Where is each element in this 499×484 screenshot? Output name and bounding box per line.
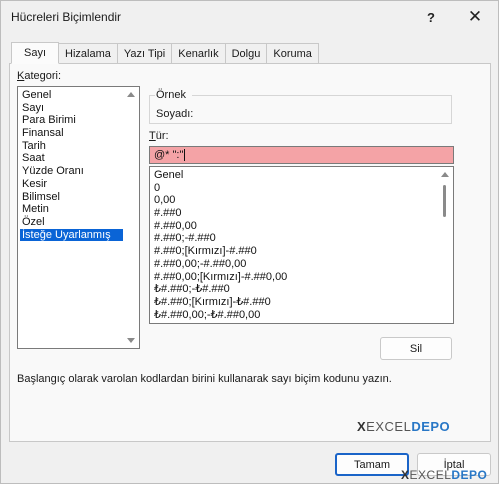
format-description: Başlangıç olarak varolan kodlardan birin… [17, 373, 392, 385]
ok-button[interactable]: Tamam [335, 453, 409, 476]
format-code-list[interactable]: Genel 0 0,00 #.##0 #.##0,00 #.##0;-#.##0… [149, 166, 454, 324]
category-item-special[interactable]: Özel [20, 216, 123, 229]
category-scrollbar[interactable] [124, 87, 139, 348]
category-item-general[interactable]: Genel [20, 89, 123, 102]
delete-button[interactable]: Sil [380, 337, 452, 360]
format-code-items: Genel 0 0,00 #.##0 #.##0,00 #.##0;-#.##0… [152, 169, 437, 321]
watermark-logo: XEXCELDEPO [357, 419, 451, 434]
text-caret [184, 149, 186, 162]
format-code-item[interactable]: #.##0,00;-#.##0,00 [152, 258, 437, 271]
category-items: Genel Sayı Para Birimi Finansal Tarih Sa… [20, 89, 123, 242]
scroll-down-arrow-icon[interactable] [127, 338, 135, 343]
format-code-item[interactable]: #.##0;[Kırmızı]-#.##0 [152, 245, 437, 258]
category-item-time[interactable]: Saat [20, 152, 123, 165]
format-code-item[interactable]: #.##0,00 [152, 220, 437, 233]
category-item-text[interactable]: Metin [20, 203, 123, 216]
scroll-up-arrow-icon[interactable] [441, 172, 449, 177]
help-button[interactable]: ? [419, 6, 443, 28]
sample-group [149, 95, 452, 124]
sample-group-label: Örnek [156, 89, 186, 101]
category-item-currency[interactable]: Para Birimi [20, 114, 123, 127]
category-list[interactable]: Genel Sayı Para Birimi Finansal Tarih Sa… [17, 86, 140, 349]
format-code-item[interactable]: #.##0;-#.##0 [152, 232, 437, 245]
category-item-accounting[interactable]: Finansal [20, 127, 123, 140]
format-cells-dialog: Hücreleri Biçimlendir ? ✕ Sayı Hizalama … [0, 0, 499, 484]
title-bar: Hücreleri Biçimlendir ? ✕ [1, 1, 498, 33]
tab-alignment[interactable]: Hizalama [59, 43, 118, 63]
tab-number[interactable]: Sayı [11, 42, 60, 64]
tab-fill[interactable]: Dolgu [225, 43, 268, 63]
scroll-thumb[interactable] [443, 185, 446, 217]
tab-protection[interactable]: Koruma [267, 43, 319, 63]
sample-value: Soyadı: [156, 108, 194, 120]
category-label: Kategori: [17, 70, 62, 82]
format-code-item[interactable]: 0,00 [152, 194, 437, 207]
format-code-item[interactable]: ₺#.##0,00;-₺#.##0,00 [152, 309, 437, 322]
category-item-number[interactable]: Sayı [20, 102, 123, 115]
dialog-title: Hücreleri Biçimlendir [11, 10, 122, 24]
tab-font[interactable]: Yazı Tipi [117, 43, 173, 63]
scroll-up-arrow-icon[interactable] [127, 92, 135, 97]
category-item-custom[interactable]: İsteğe Uyarlanmış [20, 228, 123, 242]
category-item-scientific[interactable]: Bilimsel [20, 191, 123, 204]
category-item-fraction[interactable]: Kesir [20, 178, 123, 191]
tab-border[interactable]: Kenarlık [172, 43, 226, 63]
type-input[interactable]: @* ":" [149, 146, 454, 164]
type-label: Tür: [149, 130, 169, 142]
type-input-value: @* ":" [154, 149, 184, 161]
format-code-item[interactable]: ₺#.##0;[Kırmızı]-₺#.##0 [152, 296, 437, 309]
format-code-item[interactable]: #.##0,00;[Kırmızı]-#.##0,00 [152, 271, 437, 284]
sample-group-border [192, 95, 451, 96]
category-item-date[interactable]: Tarih [20, 140, 123, 153]
format-code-item[interactable]: ₺#.##0;-₺#.##0 [152, 283, 437, 296]
sample-group-border [150, 95, 155, 96]
tab-strip: Sayı Hizalama Yazı Tipi Kenarlık Dolgu K… [11, 42, 319, 64]
close-button[interactable]: ✕ [463, 6, 487, 28]
format-code-item[interactable]: Genel [152, 169, 437, 182]
watermark-logo-small: XEXCELDEPO [401, 468, 488, 482]
format-code-item[interactable]: 0 [152, 182, 437, 195]
format-code-item[interactable]: #.##0 [152, 207, 437, 220]
category-item-percentage[interactable]: Yüzde Oranı [20, 165, 123, 178]
format-code-scrollbar[interactable] [438, 167, 453, 323]
